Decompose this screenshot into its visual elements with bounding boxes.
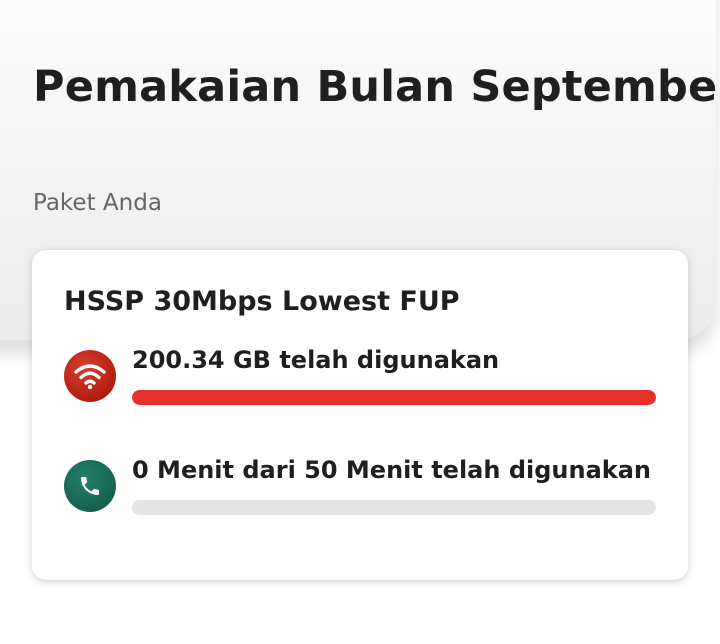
- plan-name: HSSP 30Mbps Lowest FUP: [64, 286, 460, 317]
- data-usage-row: 200.34 GB telah digunakan: [64, 346, 656, 410]
- usage-screen: Pemakaian Bulan September Paket Anda HSS…: [0, 0, 720, 644]
- page-title: Pemakaian Bulan September: [33, 62, 720, 112]
- voice-usage-track: [132, 500, 656, 515]
- voice-usage-text: 0 Menit dari 50 Menit telah digunakan: [132, 456, 652, 484]
- phone-icon: [64, 460, 116, 512]
- data-usage-bar: [132, 390, 656, 405]
- section-label: Paket Anda: [33, 190, 162, 216]
- voice-usage-row: 0 Menit dari 50 Menit telah digunakan: [64, 456, 656, 520]
- wifi-icon: [64, 350, 116, 402]
- data-usage-text: 200.34 GB telah digunakan: [132, 346, 500, 374]
- plan-card[interactable]: HSSP 30Mbps Lowest FUP 200.34 GB telah d…: [32, 250, 688, 580]
- data-usage-track: [132, 390, 656, 405]
